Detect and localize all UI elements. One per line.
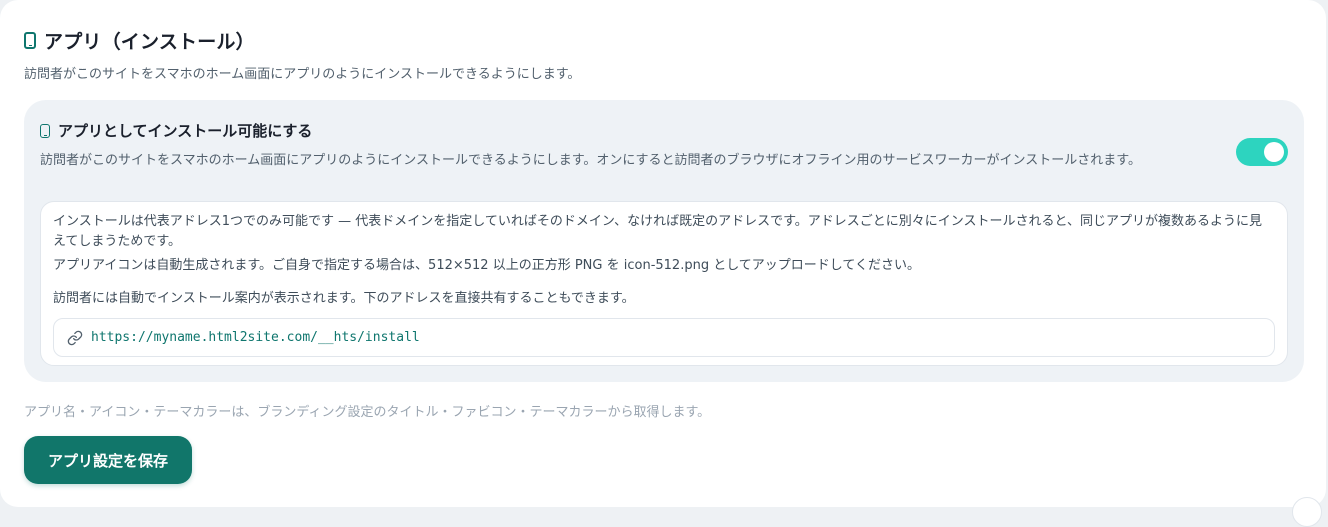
app-install-settings-card: アプリ（インストール） 訪問者がこのサイトをスマホのホーム画面にアプリのようにイ… xyxy=(0,0,1326,527)
install-info-box: インストールは代表アドレス1つでのみ可能です — 代表ドメインを指定していればそ… xyxy=(40,201,1288,366)
branding-footnote: アプリ名・アイコン・テーマカラーは、ブランディング設定のタイトル・ファビコン・テ… xyxy=(24,405,711,420)
install-option-panel: アプリとしてインストール可能にする 訪問者がこのサイトをスマホのホーム画面にアプ… xyxy=(24,100,1304,382)
toggle-knob xyxy=(1264,142,1284,162)
info-paragraph-single-address: インストールは代表アドレス1つでのみ可能です — 代表ドメインを指定していればそ… xyxy=(53,214,1263,249)
info-paragraph-share: 訪問者には自動でインストール案内が表示されます。下のアドレスを直接共有することも… xyxy=(53,291,635,306)
floating-action-button[interactable] xyxy=(1292,497,1322,527)
install-option-title-row: アプリとしてインストール可能にする xyxy=(40,120,1220,141)
install-option-header: アプリとしてインストール可能にする 訪問者がこのサイトをスマホのホーム画面にアプ… xyxy=(40,120,1220,171)
phone-icon xyxy=(40,123,50,138)
section-title-row: アプリ（インストール） xyxy=(24,27,580,54)
install-option-title: アプリとしてインストール可能にする xyxy=(58,122,313,140)
install-url[interactable]: https://myname.html2site.com/__hts/insta… xyxy=(91,330,420,345)
info-paragraph-icon: アプリアイコンは自動生成されます。ご自身で指定する場合は、512×512 以上の… xyxy=(53,258,921,273)
section-title: アプリ（インストール） xyxy=(44,31,255,53)
section-subtitle: 訪問者がこのサイトをスマホのホーム画面にアプリのようにインストールできるようにし… xyxy=(24,67,581,82)
save-app-settings-button[interactable]: アプリ設定を保存 xyxy=(24,436,192,484)
phone-icon xyxy=(24,32,36,49)
section-header: アプリ（インストール） 訪問者がこのサイトをスマホのホーム画面にアプリのようにイ… xyxy=(24,27,580,82)
install-url-box[interactable]: https://myname.html2site.com/__hts/insta… xyxy=(53,318,1275,357)
install-option-description: 訪問者がこのサイトをスマホのホーム画面にアプリのようにインストールできるようにし… xyxy=(40,153,1141,168)
install-enable-toggle[interactable] xyxy=(1236,138,1288,166)
link-icon xyxy=(67,330,83,345)
